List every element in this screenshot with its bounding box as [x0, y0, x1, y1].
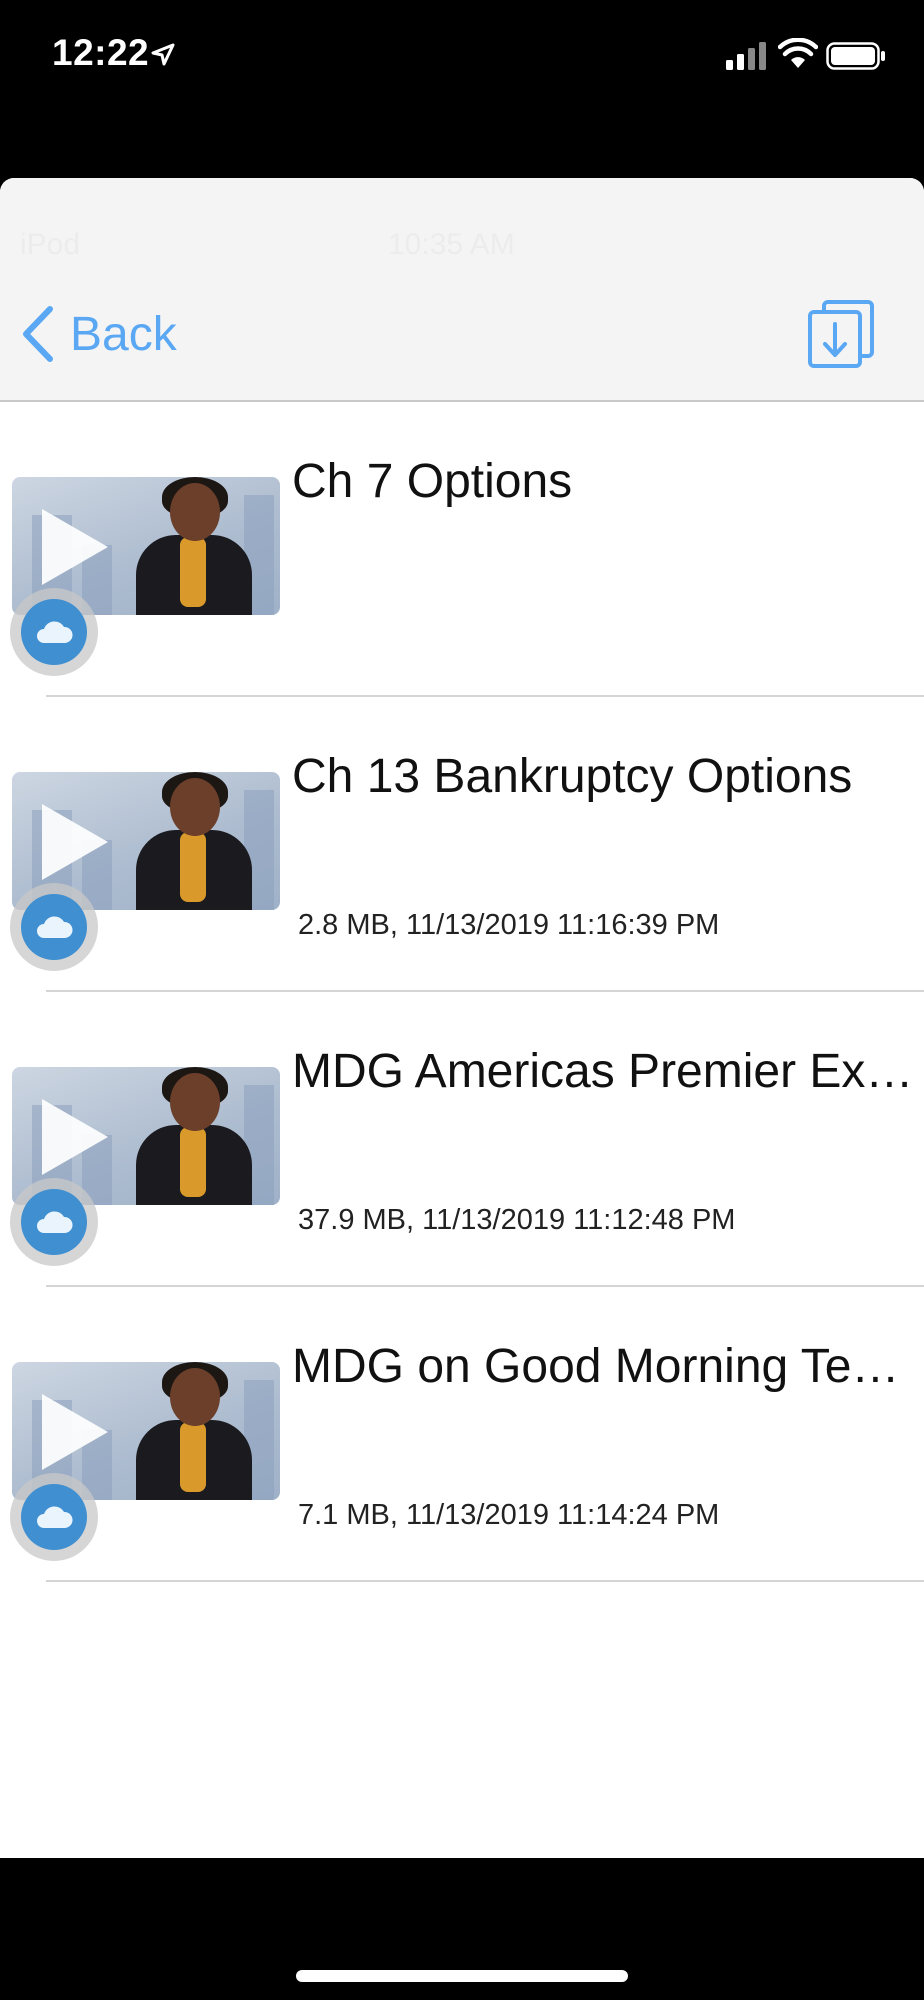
video-title: Ch 7 Options: [292, 455, 573, 508]
cloud-icon: [37, 621, 73, 643]
cloud-download-button[interactable]: [10, 1178, 98, 1266]
battery-icon: [826, 42, 885, 70]
chevron-left-icon: [23, 306, 53, 362]
video-meta: 37.9 MB, 11/13/2019 11:12:48 PM: [298, 1204, 736, 1236]
back-label: Back: [70, 307, 177, 361]
home-indicator[interactable]: [296, 1970, 628, 1982]
video-title: MDG Americas Premier Expert: [292, 1045, 917, 1098]
cloud-download-button[interactable]: [10, 588, 98, 676]
video-row[interactable]: Ch 13 Bankruptcy Options 2.8 MB, 11/13/2…: [0, 697, 924, 992]
ghost-time: 10:35 AM: [388, 228, 515, 261]
video-row[interactable]: MDG Americas Premier Expert 37.9 MB, 11/…: [0, 992, 924, 1287]
modal-sheet: iPod 10:35 AM Back Ch 7 Options Ch 13 Ba…: [0, 178, 924, 1858]
play-icon: [42, 509, 108, 585]
video-title: MDG on Good Morning Texas: [292, 1340, 917, 1393]
cloud-icon: [37, 1506, 73, 1528]
play-icon: [42, 1394, 108, 1470]
status-time: 12:22: [52, 32, 150, 73]
video-row[interactable]: Ch 7 Options: [0, 402, 924, 697]
video-meta: 2.8 MB, 11/13/2019 11:16:39 PM: [298, 909, 720, 941]
video-list: Ch 7 Options Ch 13 Bankruptcy Options 2.…: [0, 402, 924, 1582]
video-title: Ch 13 Bankruptcy Options: [292, 750, 853, 803]
back-button[interactable]: Back: [20, 304, 177, 364]
navigation-bar: iPod 10:35 AM Back: [0, 178, 924, 402]
play-icon: [42, 1099, 108, 1175]
location-arrow-icon: [151, 43, 175, 66]
cloud-download-button[interactable]: [10, 883, 98, 971]
download-all-icon[interactable]: [806, 298, 878, 370]
cloud-download-button[interactable]: [10, 1473, 98, 1561]
signal-bars-icon: [726, 42, 766, 70]
video-meta: 7.1 MB, 11/13/2019 11:14:24 PM: [298, 1499, 720, 1531]
cloud-icon: [37, 916, 73, 938]
status-bar: 12:22: [0, 0, 924, 110]
ghost-carrier: iPod: [20, 228, 81, 261]
wifi-icon: [778, 38, 818, 68]
video-row[interactable]: MDG on Good Morning Texas 7.1 MB, 11/13/…: [0, 1287, 924, 1582]
play-icon: [42, 804, 108, 880]
row-divider: [46, 1580, 924, 1582]
cloud-icon: [37, 1211, 73, 1233]
